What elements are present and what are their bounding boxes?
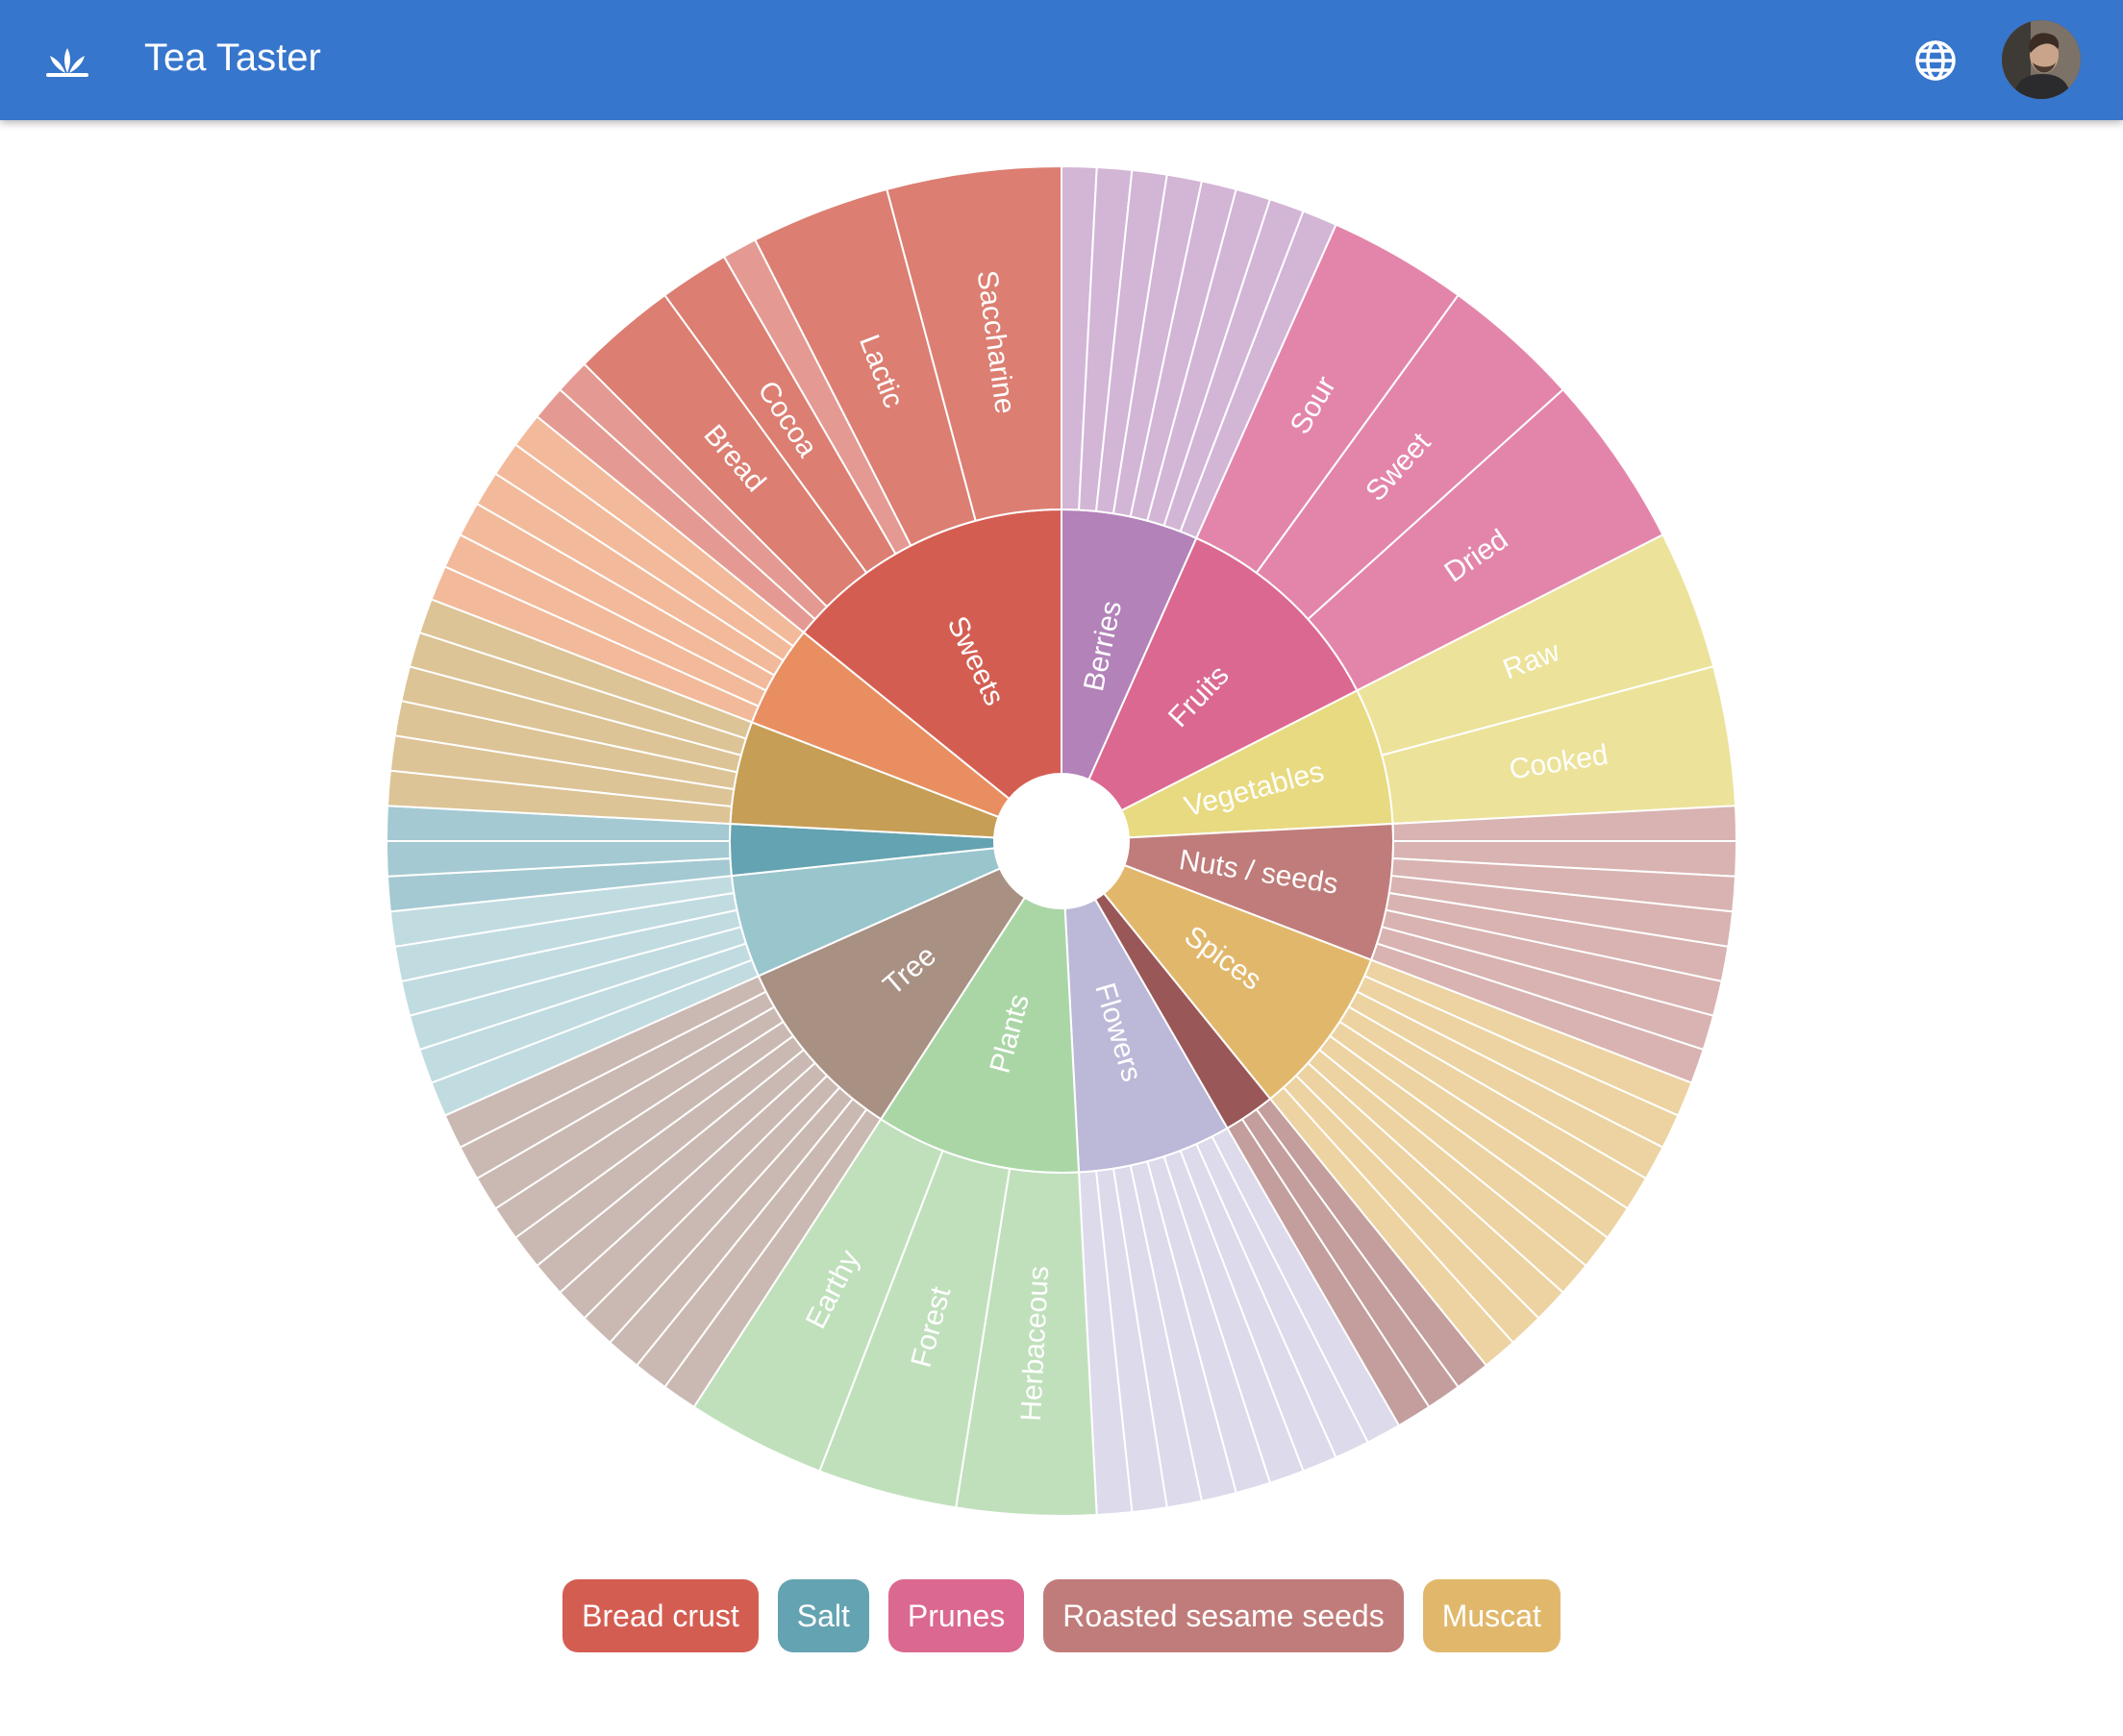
app-bar: Tea Taster [0, 0, 2123, 120]
chip-prunes[interactable]: Prunes [887, 1579, 1025, 1652]
flavor-wheel: BerriesSourSweetDriedFruits RawCookedVege… [385, 164, 1738, 1517]
chip-roasted-sesame-seeds[interactable]: Roasted sesame seeds [1043, 1579, 1404, 1652]
selected-flavors: Bread crust Salt Prunes Roasted sesame s… [0, 1579, 2123, 1652]
sprout-logo-icon[interactable] [42, 38, 92, 81]
globe-icon[interactable] [1913, 38, 1958, 83]
chip-bread-crust[interactable]: Bread crust [562, 1579, 759, 1652]
avatar[interactable] [2002, 20, 2081, 99]
app-title: Tea Taster [144, 37, 321, 79]
wheel-center [994, 774, 1129, 908]
chip-muscat[interactable]: Muscat [1422, 1579, 1561, 1652]
chip-salt[interactable]: Salt [777, 1579, 869, 1652]
